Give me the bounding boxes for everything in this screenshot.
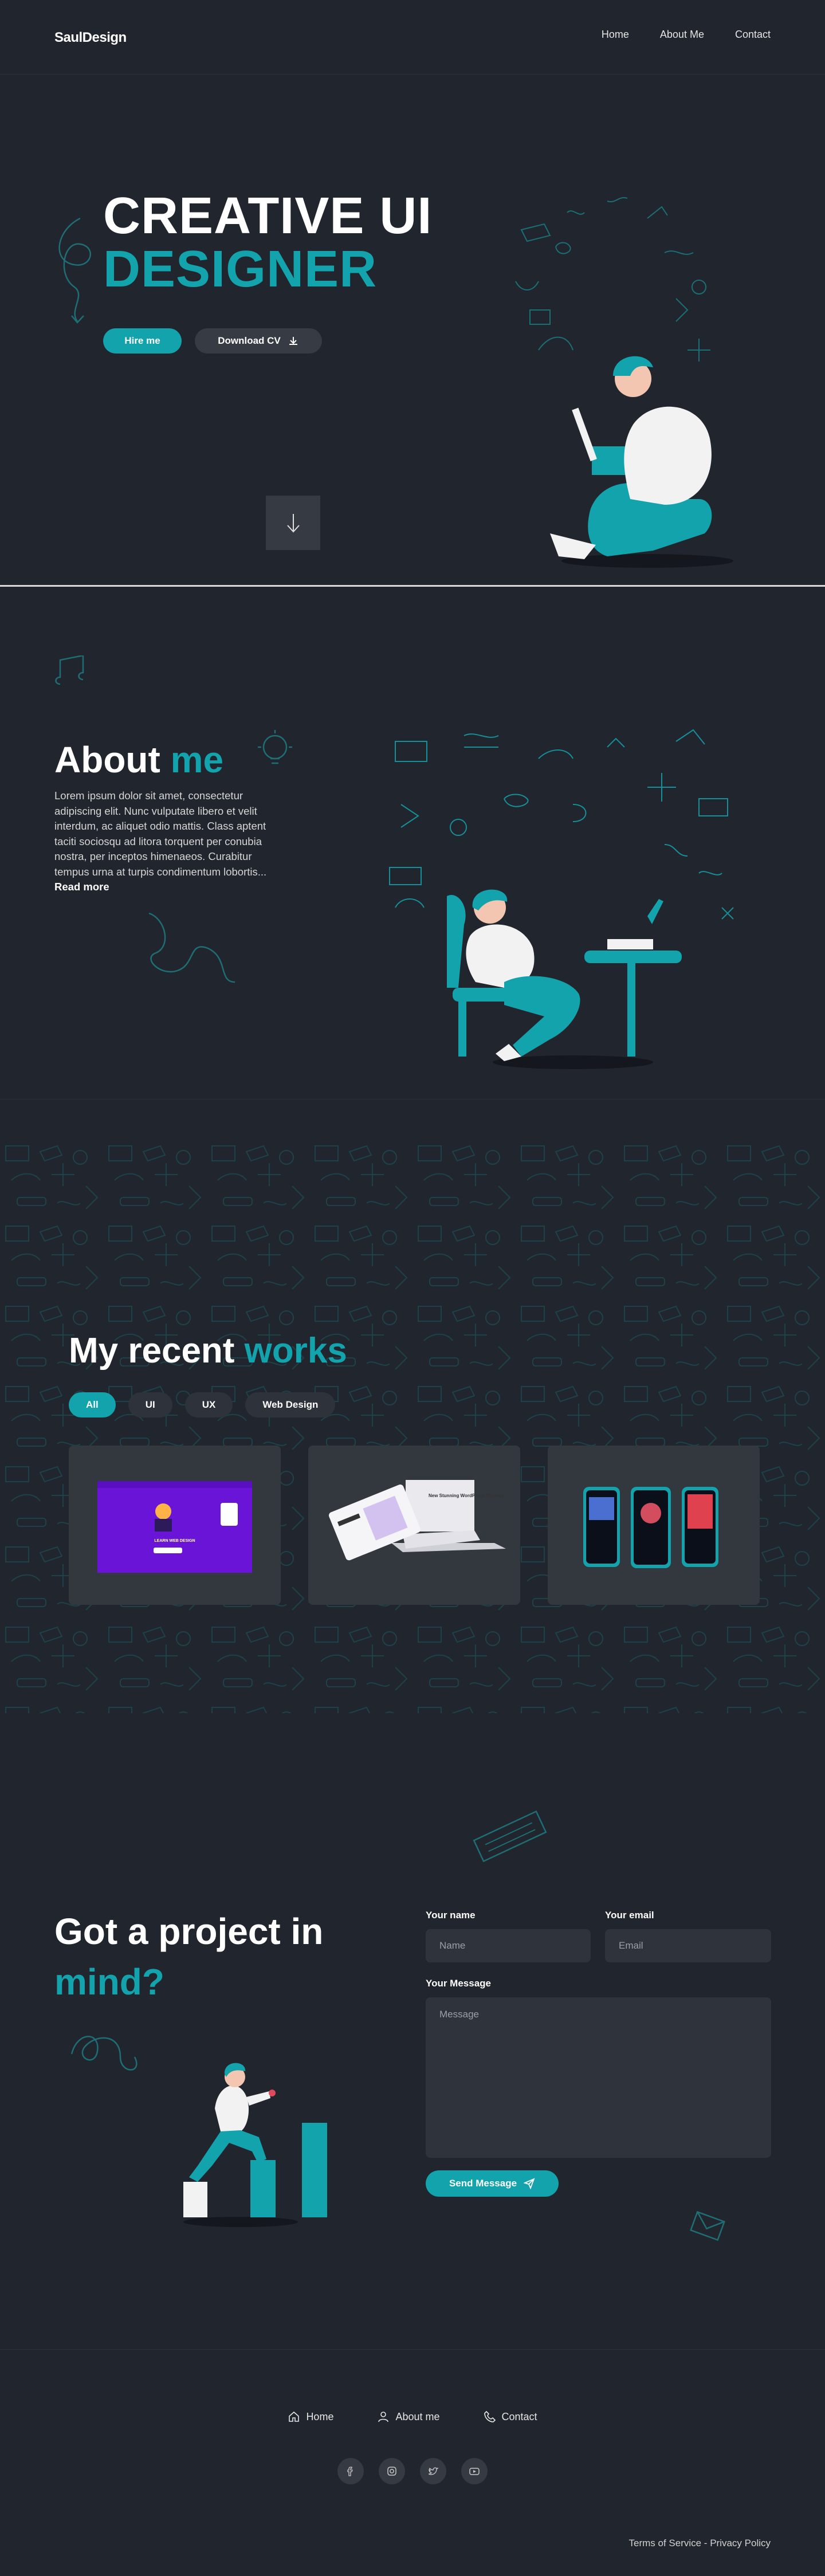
- contact-section: Got a project in mind? Your name Your em…: [0, 1759, 825, 2349]
- loop-squiggle-decoration: [148, 912, 235, 983]
- works-title-main: My recent: [69, 1331, 245, 1371]
- hero-title-line1: CREATIVE UI: [103, 187, 433, 245]
- footer-nav-home-label: Home: [306, 2410, 334, 2422]
- download-cv-label: Download CV: [218, 335, 281, 346]
- footer-nav-home[interactable]: Home: [288, 2410, 333, 2423]
- nav-home[interactable]: Home: [602, 29, 629, 41]
- arrow-down-icon: [286, 513, 300, 532]
- climbing-steps-illustration: [183, 2063, 327, 2227]
- hire-me-button[interactable]: Hire me: [103, 328, 182, 354]
- paper-plane-icon: [524, 2178, 535, 2189]
- youtube-link[interactable]: [461, 2458, 488, 2484]
- message-label: Your Message: [426, 1978, 492, 1989]
- works-title-accent: works: [244, 1331, 347, 1371]
- contact-title-line2: mind?: [54, 1961, 164, 2002]
- footer-nav-about[interactable]: About me: [377, 2410, 440, 2423]
- mobile-app-mockup-image: [583, 1487, 718, 1568]
- facebook-link[interactable]: [337, 2458, 364, 2484]
- read-more-link[interactable]: Read more: [54, 881, 109, 893]
- works-title: My recent works: [69, 1330, 347, 1371]
- hero-section: CREATIVE UI DESIGNER Hire me Download CV: [0, 75, 825, 585]
- card-mockup-heading: LEARN WEB DESIGN: [154, 1539, 195, 1543]
- work-card-mobile-app[interactable]: [548, 1446, 760, 1605]
- download-icon: [289, 337, 297, 345]
- about-section: About me Lorem ipsum dolor sit amet, con…: [0, 587, 825, 1099]
- email-field[interactable]: [605, 1929, 771, 1962]
- name-label: Your name: [426, 1910, 476, 1921]
- filter-all[interactable]: All: [69, 1392, 116, 1417]
- about-title: About me: [54, 739, 223, 781]
- works-grid: LEARN WEB DESIGN New Stunning WordPress …: [69, 1446, 760, 1605]
- laptop-mockup-image: New Stunning WordPress Website: [328, 1480, 506, 1561]
- footer-nav-contact[interactable]: Contact: [484, 2410, 537, 2423]
- main-nav: Home About Me Contact: [602, 29, 771, 41]
- legal-links[interactable]: Terms of Service - Privacy Policy: [629, 2538, 771, 2549]
- facebook-icon: [347, 2467, 353, 2476]
- site-header: SaulDesign Home About Me Contact: [0, 0, 825, 74]
- doodle-pattern-background: [0, 1140, 825, 1713]
- user-icon: [378, 2412, 389, 2422]
- send-message-label: Send Message: [449, 2178, 517, 2189]
- scroll-down-button[interactable]: [266, 496, 320, 550]
- contact-title-line1: Got a project in: [54, 1911, 324, 1952]
- social-links: [0, 2458, 825, 2484]
- work-card-learn-web-design[interactable]: LEARN WEB DESIGN: [69, 1446, 281, 1605]
- about-body: Lorem ipsum dolor sit amet, consectetur …: [54, 790, 267, 878]
- instagram-link[interactable]: [379, 2458, 405, 2484]
- footer-nav: Home About me Contact: [0, 2410, 825, 2423]
- footer-nav-about-label: About me: [395, 2410, 440, 2422]
- instagram-icon: [387, 2467, 396, 2476]
- site-footer: Home About me Contact Terms of Service -…: [0, 2349, 825, 2576]
- designer-at-desk-illustration: [389, 729, 734, 1069]
- download-cv-button[interactable]: Download CV: [195, 328, 322, 354]
- youtube-icon: [469, 2468, 480, 2475]
- works-filter-bar: All UI UX Web Design: [69, 1392, 336, 1417]
- lightbulb-icon: [258, 730, 292, 764]
- twitter-link[interactable]: [420, 2458, 446, 2484]
- home-icon: [289, 2411, 300, 2422]
- designer-on-laptop-illustration: [515, 197, 733, 568]
- filter-web-design[interactable]: Web Design: [245, 1392, 336, 1417]
- logo[interactable]: SaulDesign: [54, 30, 127, 46]
- music-note-icon: [55, 655, 84, 685]
- envelope-doodle-icon: [690, 2210, 725, 2241]
- email-label: Your email: [605, 1910, 654, 1921]
- twitter-icon: [428, 2467, 439, 2475]
- web-design-mockup-image: LEARN WEB DESIGN: [97, 1481, 252, 1573]
- name-field[interactable]: [426, 1929, 591, 1962]
- work-card-laptop-mockup[interactable]: New Stunning WordPress Website: [308, 1446, 520, 1605]
- nav-contact[interactable]: Contact: [735, 29, 771, 41]
- filter-ui[interactable]: UI: [128, 1392, 172, 1417]
- works-section: My recent works All UI UX Web Design LEA…: [0, 1100, 825, 1759]
- spiral-decoration: [70, 2036, 138, 2071]
- contact-title: Got a project in mind?: [54, 1906, 323, 2007]
- squiggle-decoration: [58, 217, 91, 324]
- send-message-button[interactable]: Send Message: [426, 2170, 559, 2197]
- card-laptop-heading: New Stunning WordPress Website: [429, 1493, 504, 1498]
- message-field[interactable]: [426, 1997, 771, 2158]
- about-title-main: About: [54, 739, 171, 780]
- phone-icon: [484, 2410, 496, 2422]
- filter-ux[interactable]: UX: [184, 1392, 233, 1417]
- hero-title-line2: DESIGNER: [103, 241, 378, 298]
- footer-nav-contact-label: Contact: [501, 2410, 537, 2422]
- keyboard-doodle-decoration: [473, 1810, 547, 1863]
- nav-about-me[interactable]: About Me: [660, 29, 704, 41]
- about-title-accent: me: [170, 739, 224, 780]
- about-description: Lorem ipsum dolor sit amet, consectetur …: [54, 788, 284, 895]
